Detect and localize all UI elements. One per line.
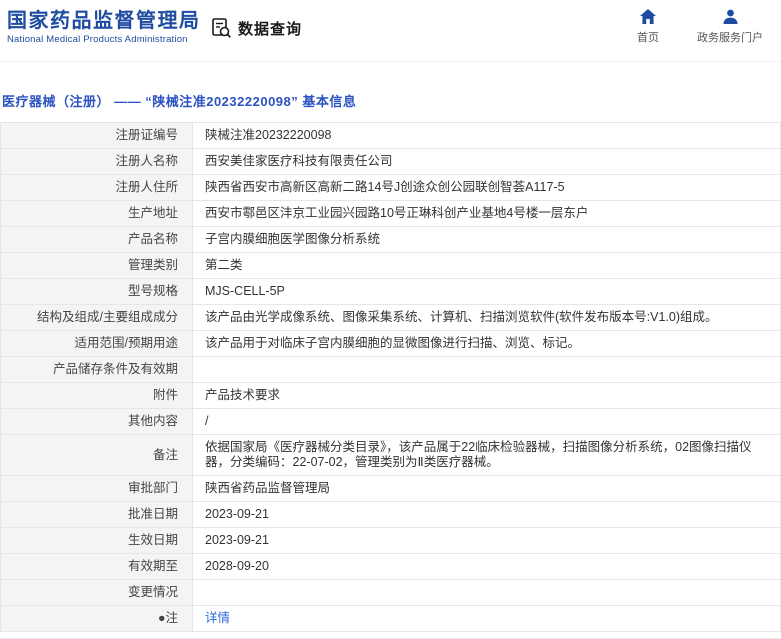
page-title: 医疗器械（注册） —— “陕械注准20232220098” 基本信息 (2, 94, 357, 109)
field-label: 附件 (0, 382, 193, 409)
field-label: 注册证编号 (0, 122, 193, 149)
field-value: 陕械注准20232220098 (192, 122, 781, 149)
field-label: 产品储存条件及有效期 (0, 356, 193, 383)
table-row: 注册证编号 陕械注准20232220098 (0, 122, 781, 149)
field-value: 产品技术要求 (192, 382, 781, 409)
field-value: 该产品由光学成像系统、图像采集系统、计算机、扫描浏览软件(软件发布版本号:V1.… (192, 304, 781, 331)
field-value: MJS-CELL-5P (192, 278, 781, 305)
field-value: 2023-09-21 (192, 527, 781, 554)
table-row: 有效期至 2028-09-20 (0, 553, 781, 580)
field-label: 生产地址 (0, 200, 193, 227)
field-value: 子宫内膜细胞医学图像分析系统 (192, 226, 781, 253)
field-label: 结构及组成/主要组成成分 (0, 304, 193, 331)
nmpa-logo[interactable]: 国家药品监督管理局 National Medical Products Admi… (7, 9, 201, 47)
field-value: 西安市鄠邑区沣京工业园兴园路10号正琳科创产业基地4号楼一层东户 (192, 200, 781, 227)
table-row: 备注 依据国家局《医疗器械分类目录》，该产品属于22临床检验器械，扫描图像分析系统… (0, 434, 781, 476)
field-value: 西安美佳家医疗科技有限责任公司 (192, 148, 781, 175)
org-name-cn: 国家药品监督管理局 (7, 10, 201, 32)
home-icon (639, 8, 657, 25)
table-row: 适用范围/预期用途 该产品用于对临床子宫内膜细胞的显微图像进行扫描、浏览、标记。 (0, 330, 781, 357)
table-row: 生产地址 西安市鄠邑区沣京工业园兴园路10号正琳科创产业基地4号楼一层东户 (0, 200, 781, 227)
field-label: 型号规格 (0, 278, 193, 305)
field-label: 适用范围/预期用途 (0, 330, 193, 357)
field-label: 注册人名称 (0, 148, 193, 175)
field-label: 审批部门 (0, 475, 193, 502)
table-row: ●注 详情 (0, 605, 781, 632)
table-row: 管理类别 第二类 (0, 252, 781, 279)
field-value: 陕西省药品监督管理局 (192, 475, 781, 502)
data-query-icon (210, 17, 232, 39)
table-row: 型号规格 MJS-CELL-5P (0, 278, 781, 305)
field-value: 2023-09-21 (192, 501, 781, 528)
field-value: 依据国家局《医疗器械分类目录》，该产品属于22临床检验器械，扫描图像分析系统，0… (192, 434, 781, 476)
field-value (192, 356, 781, 383)
field-value: 该产品用于对临床子宫内膜细胞的显微图像进行扫描、浏览、标记。 (192, 330, 781, 357)
field-label: 其他内容 (0, 408, 193, 435)
org-name-en: National Medical Products Administration (7, 34, 188, 45)
field-value: 陕西省西安市高新区高新二路14号J创途众创公园联创智荟A117-5 (192, 174, 781, 201)
field-label: 有效期至 (0, 553, 193, 580)
table-row: 注册人名称 西安美佳家医疗科技有限责任公司 (0, 148, 781, 175)
table-row: 批准日期 2023-09-21 (0, 501, 781, 528)
field-label: 备注 (0, 434, 193, 476)
field-label: 管理类别 (0, 252, 193, 279)
field-value: 第二类 (192, 252, 781, 279)
nav-gov-portal-label: 政务服务门户 (697, 32, 763, 44)
field-value: / (192, 408, 781, 435)
field-value: 详情 (192, 605, 781, 632)
field-label: 注册人住所 (0, 174, 193, 201)
table-row: 附件 产品技术要求 (0, 382, 781, 409)
table-row: 产品名称 子宫内膜细胞医学图像分析系统 (0, 226, 781, 253)
nav-gov-portal[interactable]: 政务服务门户 (697, 8, 763, 45)
field-label: 产品名称 (0, 226, 193, 253)
nav-home-label: 首页 (637, 32, 659, 44)
table-row: 审批部门 陕西省药品监督管理局 (0, 475, 781, 502)
table-row: 产品储存条件及有效期 (0, 356, 781, 383)
user-icon (722, 8, 739, 25)
registration-info-table: 注册证编号 陕械注准20232220098 注册人名称 西安美佳家医疗科技有限责任公司… (0, 122, 781, 632)
data-query-title: 数据查询 (238, 20, 303, 38)
table-row: 生效日期 2023-09-21 (0, 527, 781, 554)
field-label: 生效日期 (0, 527, 193, 554)
detail-link[interactable]: 详情 (205, 611, 230, 625)
field-label: 批准日期 (0, 501, 193, 528)
field-label: ●注 (0, 605, 193, 632)
header-nav: 首页 政务服务门户 (637, 8, 763, 45)
top-header: 国家药品监督管理局 National Medical Products Admi… (0, 0, 781, 62)
table-row: 其他内容 / (0, 408, 781, 435)
table-row: 注册人住所 陕西省西安市高新区高新二路14号J创途众创公园联创智荟A117-5 (0, 174, 781, 201)
nav-home[interactable]: 首页 (637, 8, 659, 45)
field-value: 2028-09-20 (192, 553, 781, 580)
data-query-section: 数据查询 (210, 17, 302, 39)
table-row: 结构及组成/主要组成成分 该产品由光学成像系统、图像采集系统、计算机、扫描浏览软件… (0, 304, 781, 331)
